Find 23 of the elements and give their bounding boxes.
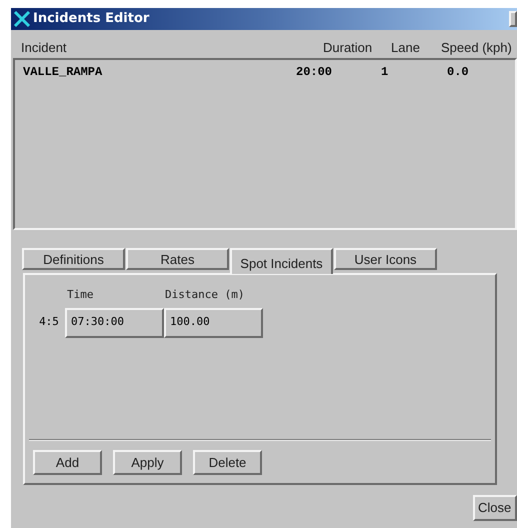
column-header: Distance (m) (165, 287, 244, 303)
panel-button[interactable]: Add (33, 450, 102, 475)
column-header: Duration (323, 39, 372, 57)
tab[interactable]: Definitions (22, 248, 125, 270)
tab[interactable]: User Icons (334, 248, 437, 270)
column-header: Speed (kph) (441, 39, 512, 57)
list-cell-text: VALLE_RAMPA (23, 64, 102, 81)
column-header: Lane (391, 39, 420, 57)
panel-button[interactable]: Delete (193, 450, 262, 475)
column-header: Incident (21, 39, 67, 57)
list-cell-text: 20:00 (296, 64, 332, 81)
column-header: Time (67, 287, 94, 303)
panel-button[interactable]: Apply (113, 450, 182, 475)
list-cell-text: 0.0 (447, 64, 469, 81)
list-cell-text: 1 (381, 64, 388, 81)
row-label: 4:5 (38, 314, 60, 330)
window-title: Incidents Editor (33, 10, 150, 28)
tab[interactable]: Rates (126, 248, 229, 270)
table-cell[interactable]: 07:30:00 (65, 308, 164, 338)
tab[interactable]: Spot Incidents (230, 248, 333, 274)
table-cell[interactable]: 100.00 (164, 308, 263, 338)
close-button[interactable]: Close (473, 495, 517, 521)
x-logo-icon (13, 10, 31, 28)
